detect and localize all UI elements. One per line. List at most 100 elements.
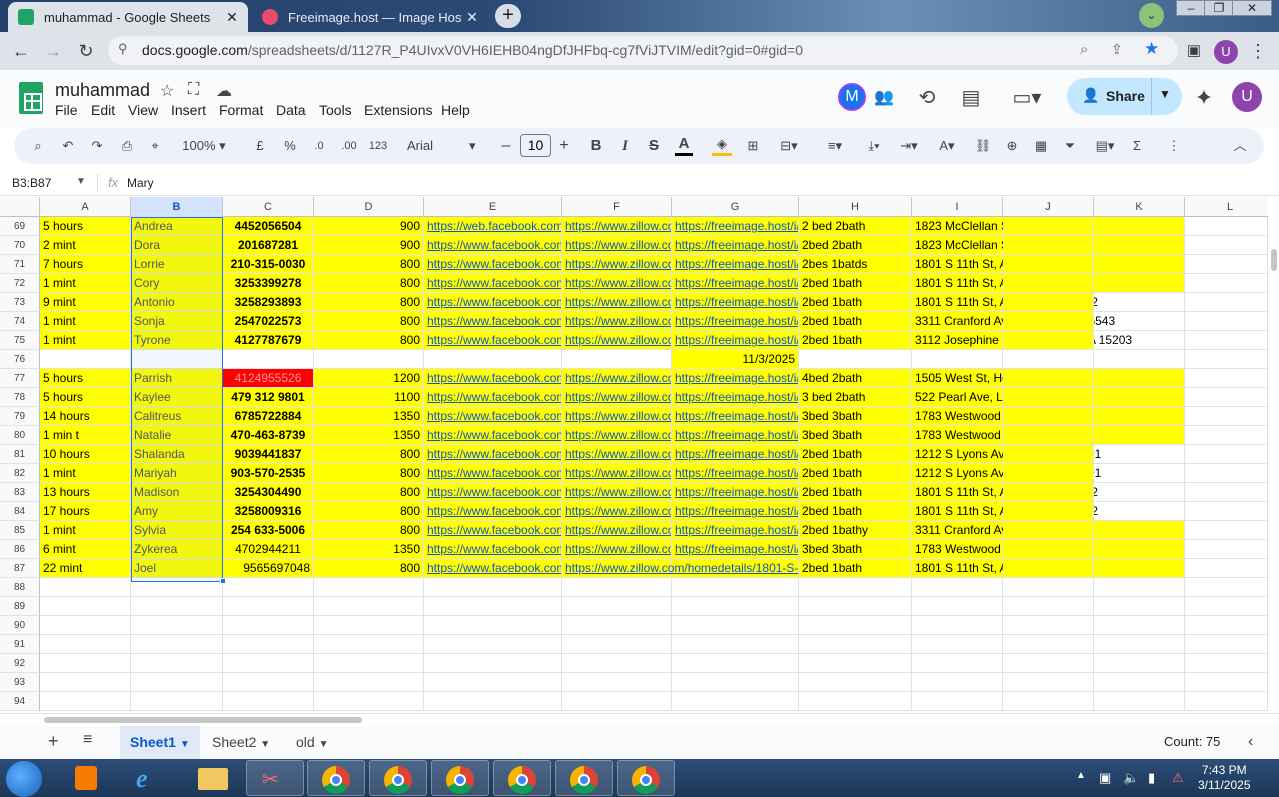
cell-j-82[interactable] — [1003, 464, 1094, 483]
cell-g-71[interactable]: https://freeimage.host/i/ — [672, 255, 799, 274]
cell-j-83[interactable] — [1003, 483, 1094, 502]
cell-h-82[interactable]: 2bed 1bath — [799, 464, 912, 483]
cell-a-93[interactable] — [40, 673, 131, 692]
cell-k-90[interactable] — [1094, 616, 1185, 635]
cell-d-75[interactable]: 800 — [314, 331, 424, 350]
cell-d-77[interactable]: 1200 — [314, 369, 424, 388]
menu-format[interactable]: Format — [219, 102, 263, 118]
cell-l-94[interactable] — [1185, 692, 1268, 711]
cell-h-92[interactable] — [799, 654, 912, 673]
cell-j-79[interactable] — [1003, 407, 1094, 426]
formula-input[interactable]: Mary — [127, 176, 154, 190]
row-header[interactable]: 90 — [0, 616, 40, 635]
cell-j-73[interactable] — [1003, 293, 1094, 312]
cell-a-79[interactable]: 14 hours — [40, 407, 131, 426]
filter-views-icon[interactable]: ▤▾ — [1088, 134, 1122, 158]
cell-l-79[interactable] — [1185, 407, 1268, 426]
cell-i-92[interactable] — [912, 654, 1003, 673]
cell-b-81[interactable]: Shalanda — [131, 445, 223, 464]
cell-b-85[interactable]: Sylvia — [131, 521, 223, 540]
cell-f-81[interactable]: https://www.zillow.co — [562, 445, 672, 464]
volume-icon[interactable]: 🔈 — [1123, 770, 1139, 786]
cell-d-70[interactable]: 900 — [314, 236, 424, 255]
cell-g-93[interactable] — [672, 673, 799, 692]
cell-a-69[interactable]: 5 hours — [40, 217, 131, 236]
cell-a-86[interactable]: 6 mint — [40, 540, 131, 559]
cell-f-85[interactable]: https://www.zillow.co — [562, 521, 672, 540]
cell-e-94[interactable] — [424, 692, 562, 711]
cell-a-90[interactable] — [40, 616, 131, 635]
filter-icon[interactable]: ⏷ — [1060, 134, 1080, 158]
cell-j-78[interactable] — [1003, 388, 1094, 407]
merge-cells-icon[interactable]: ⊟▾ — [772, 134, 806, 158]
cell-b-78[interactable]: Kaylee — [131, 388, 223, 407]
cell-d-69[interactable]: 900 — [314, 217, 424, 236]
cell-j-69[interactable] — [1003, 217, 1094, 236]
cell-c-77[interactable]: 4124955526 — [223, 369, 314, 388]
chrome-window-4-icon[interactable] — [493, 760, 551, 796]
select-all-corner[interactable] — [0, 197, 40, 217]
column-header-k[interactable]: K — [1094, 197, 1185, 217]
cell-l-77[interactable] — [1185, 369, 1268, 388]
column-header-a[interactable]: A — [40, 197, 131, 217]
cell-k-75[interactable] — [1094, 331, 1185, 350]
cell-b-71[interactable]: Lorrie — [131, 255, 223, 274]
cell-i-78[interactable]: 522 Pearl Ave, Lowell, AR 72745 — [912, 388, 1090, 407]
sheet-tab-sheet1[interactable]: Sheet1 ▼ — [120, 726, 200, 759]
row-header[interactable]: 94 — [0, 692, 40, 711]
chrome-window-2-icon[interactable] — [369, 760, 427, 796]
cell-e-91[interactable] — [424, 635, 562, 654]
row-header[interactable]: 72 — [0, 274, 40, 293]
cell-l-91[interactable] — [1185, 635, 1268, 654]
cell-f-76[interactable] — [562, 350, 672, 369]
row-header[interactable]: 69 — [0, 217, 40, 236]
cell-a-89[interactable] — [40, 597, 131, 616]
cell-g-81[interactable]: https://freeimage.host/i/ — [672, 445, 799, 464]
cell-j-89[interactable] — [1003, 597, 1094, 616]
cell-l-84[interactable] — [1185, 502, 1268, 521]
cell-c-74[interactable]: 2547022573 — [223, 312, 314, 331]
cell-d-87[interactable]: 800 — [314, 559, 424, 578]
cell-a-80[interactable]: 1 min t — [40, 426, 131, 445]
cell-k-84[interactable] — [1094, 502, 1185, 521]
cell-i-89[interactable] — [912, 597, 1003, 616]
cell-d-93[interactable] — [314, 673, 424, 692]
cell-c-71[interactable]: 210-315-0030 — [223, 255, 314, 274]
cell-b-73[interactable]: Antonio — [131, 293, 223, 312]
cell-k-93[interactable] — [1094, 673, 1185, 692]
cell-h-88[interactable] — [799, 578, 912, 597]
site-info-icon[interactable]: ⚲ — [118, 41, 128, 57]
column-header-c[interactable]: C — [223, 197, 314, 217]
cell-h-79[interactable]: 3bed 3bath — [799, 407, 912, 426]
cell-a-75[interactable]: 1 mint — [40, 331, 131, 350]
collaborator-avatar[interactable]: M — [838, 83, 866, 111]
cell-a-84[interactable]: 17 hours — [40, 502, 131, 521]
functions-icon[interactable]: Σ — [1127, 134, 1147, 158]
cell-f-77[interactable]: https://www.zillow.co — [562, 369, 672, 388]
menu-data[interactable]: Data — [276, 102, 306, 118]
cell-a-82[interactable]: 1 mint — [40, 464, 131, 483]
cell-h-77[interactable]: 4bed 2bath — [799, 369, 912, 388]
cell-l-83[interactable] — [1185, 483, 1268, 502]
start-button[interactable] — [6, 761, 42, 797]
cell-e-78[interactable]: https://www.facebook.com — [424, 388, 562, 407]
cell-a-78[interactable]: 5 hours — [40, 388, 131, 407]
sheet-tab-sheet2[interactable]: Sheet2 ▼ — [202, 726, 280, 759]
row-header[interactable]: 89 — [0, 597, 40, 616]
cell-h-71[interactable]: 2bes 1batds — [799, 255, 912, 274]
minimize-button[interactable]: – — [1176, 0, 1206, 16]
cell-k-70[interactable] — [1094, 236, 1185, 255]
cell-d-94[interactable] — [314, 692, 424, 711]
cell-f-92[interactable] — [562, 654, 672, 673]
cell-f-69[interactable]: https://www.zillow.co — [562, 217, 672, 236]
cell-d-86[interactable]: 1350 — [314, 540, 424, 559]
cell-e-89[interactable] — [424, 597, 562, 616]
row-header[interactable]: 85 — [0, 521, 40, 540]
cell-j-94[interactable] — [1003, 692, 1094, 711]
cell-b-86[interactable]: Zykerea — [131, 540, 223, 559]
cell-i-72[interactable]: 1801 S 11th St, Abilene, TX 79602 — [912, 274, 1098, 293]
cell-a-83[interactable]: 13 hours — [40, 483, 131, 502]
cell-f-75[interactable]: https://www.zillow.co — [562, 331, 672, 350]
menu-view[interactable]: View — [128, 102, 158, 118]
tray-expand-icon[interactable]: ▲ — [1076, 770, 1086, 781]
